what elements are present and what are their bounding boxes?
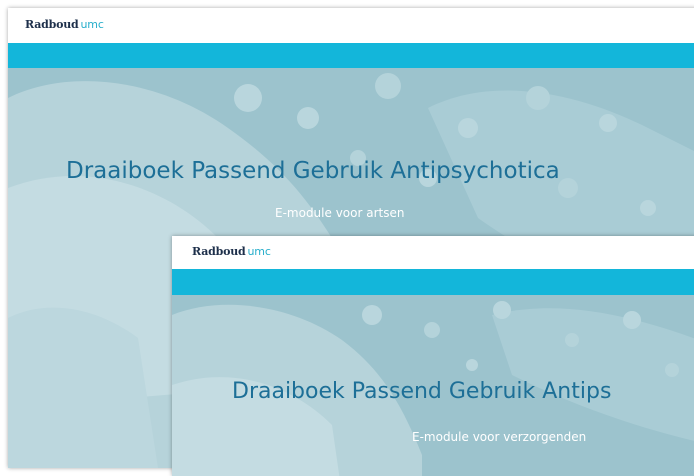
logo-main-text: Radboud: [192, 245, 246, 258]
page-title: Draaiboek Passend Gebruik Antipsychotica: [66, 158, 560, 184]
top-bar: Radboud umc: [8, 8, 694, 43]
header-band: [8, 43, 694, 68]
radboudumc-logo[interactable]: Radboud umc: [192, 245, 271, 258]
hero-banner: Draaiboek Passend Gebruik Antips E-modul…: [172, 295, 694, 476]
radboudumc-logo[interactable]: Radboud umc: [25, 18, 104, 31]
top-bar: Radboud umc: [172, 236, 694, 269]
page-subtitle: E-module voor verzorgenden: [412, 430, 587, 444]
logo-suffix-text: umc: [80, 18, 104, 31]
header-band: [172, 269, 694, 295]
logo-main-text: Radboud: [25, 18, 79, 31]
e-module-window-verzorgenden: Radboud umc Draaiboek Passend Gebruik Ant…: [172, 236, 694, 476]
page-subtitle: E-module voor artsen: [275, 206, 405, 220]
page-title: Draaiboek Passend Gebruik Antips: [232, 379, 612, 404]
logo-suffix-text: umc: [247, 245, 271, 258]
